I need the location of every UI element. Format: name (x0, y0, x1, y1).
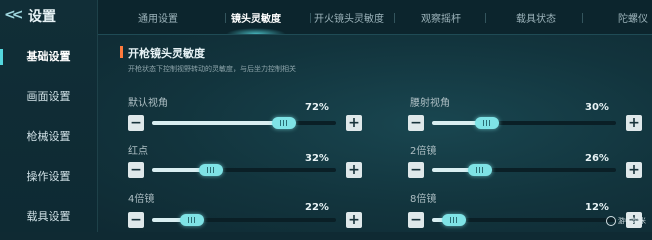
sidebar: << 设置 基础设置 画面设置 枪械设置 操作设置 载具设置 (0, 0, 97, 232)
section-subtitle: 开枪状态下控制视野转动的灵敏度，与后坐力控制相关 (128, 65, 296, 73)
decrease-button[interactable]: − (408, 115, 424, 131)
tab-gyroscope[interactable]: 陀螺仪 (618, 10, 648, 25)
slider-track[interactable] (432, 214, 616, 226)
sidebar-item-controls[interactable]: 操作设置 (0, 166, 97, 188)
watermark-logo-icon (606, 216, 616, 226)
tab-fire-camera-sensitivity[interactable]: 开火镜头灵敏度 (314, 10, 384, 25)
tab-divider (582, 13, 583, 23)
tab-observe-joystick[interactable]: 观察摇杆 (421, 10, 461, 25)
increase-button[interactable]: + (626, 162, 642, 178)
watermark: 游中超米 (606, 216, 646, 226)
slider-label: 腰射视角 (410, 98, 450, 109)
slider-value: 26% (585, 153, 609, 164)
watermark-text: 游中超米 (618, 217, 646, 225)
decrease-button[interactable]: − (408, 162, 424, 178)
slider-track[interactable] (152, 214, 336, 226)
section-marker (120, 46, 123, 58)
tab-general[interactable]: 通用设置 (138, 10, 178, 25)
tab-divider (310, 13, 311, 23)
tab-divider (225, 13, 226, 23)
slider-label: 2倍镜 (410, 146, 437, 157)
slider-label: 红点 (128, 146, 148, 157)
slider-value: 72% (305, 102, 329, 113)
tab-bar: 通用设置 镜头灵敏度 开火镜头灵敏度 观察摇杆 载具状态 陀螺仪 (98, 0, 652, 35)
tab-divider (485, 13, 486, 23)
increase-button[interactable]: + (626, 115, 642, 131)
slider-track[interactable] (152, 117, 336, 129)
sidebar-item-basic[interactable]: 基础设置 (0, 46, 97, 68)
slider-value: 22% (305, 202, 329, 213)
slider-value: 12% (585, 202, 609, 213)
slider-thumb[interactable] (467, 164, 492, 176)
decrease-button[interactable]: − (408, 212, 424, 228)
slider-thumb[interactable] (272, 117, 297, 129)
double-chevron-left-icon[interactable]: << (4, 6, 23, 24)
settings-panel: 开枪镜头灵敏度 开枪状态下控制视野转动的灵敏度，与后坐力控制相关 默认视角 72… (98, 35, 652, 232)
tab-vehicle-status[interactable]: 载具状态 (516, 10, 556, 25)
slider-thumb[interactable] (180, 214, 205, 226)
active-tab-indicator (226, 28, 286, 34)
decrease-button[interactable]: − (128, 115, 144, 131)
slider-label: 4倍镜 (128, 194, 155, 205)
slider-label: 默认视角 (128, 98, 168, 109)
sidebar-item-weapon[interactable]: 枪械设置 (0, 126, 97, 148)
increase-button[interactable]: + (346, 115, 362, 131)
slider-label: 8倍镜 (410, 194, 437, 205)
sidebar-item-vehicle[interactable]: 载具设置 (0, 206, 97, 228)
slider-thumb[interactable] (198, 164, 223, 176)
slider-track[interactable] (432, 164, 616, 176)
decrease-button[interactable]: − (128, 212, 144, 228)
tab-divider (394, 13, 395, 23)
increase-button[interactable]: + (346, 162, 362, 178)
increase-button[interactable]: + (346, 212, 362, 228)
page-title: 设置 (28, 9, 56, 25)
section-title: 开枪镜头灵敏度 (128, 47, 205, 60)
slider-value: 30% (585, 102, 609, 113)
slider-value: 32% (305, 153, 329, 164)
slider-track[interactable] (152, 164, 336, 176)
decrease-button[interactable]: − (128, 162, 144, 178)
slider-thumb[interactable] (442, 214, 467, 226)
slider-track[interactable] (432, 117, 616, 129)
sidebar-item-display[interactable]: 画面设置 (0, 86, 97, 108)
tab-camera-sensitivity[interactable]: 镜头灵敏度 (231, 10, 281, 25)
slider-fill (152, 121, 285, 125)
slider-thumb[interactable] (475, 117, 500, 129)
